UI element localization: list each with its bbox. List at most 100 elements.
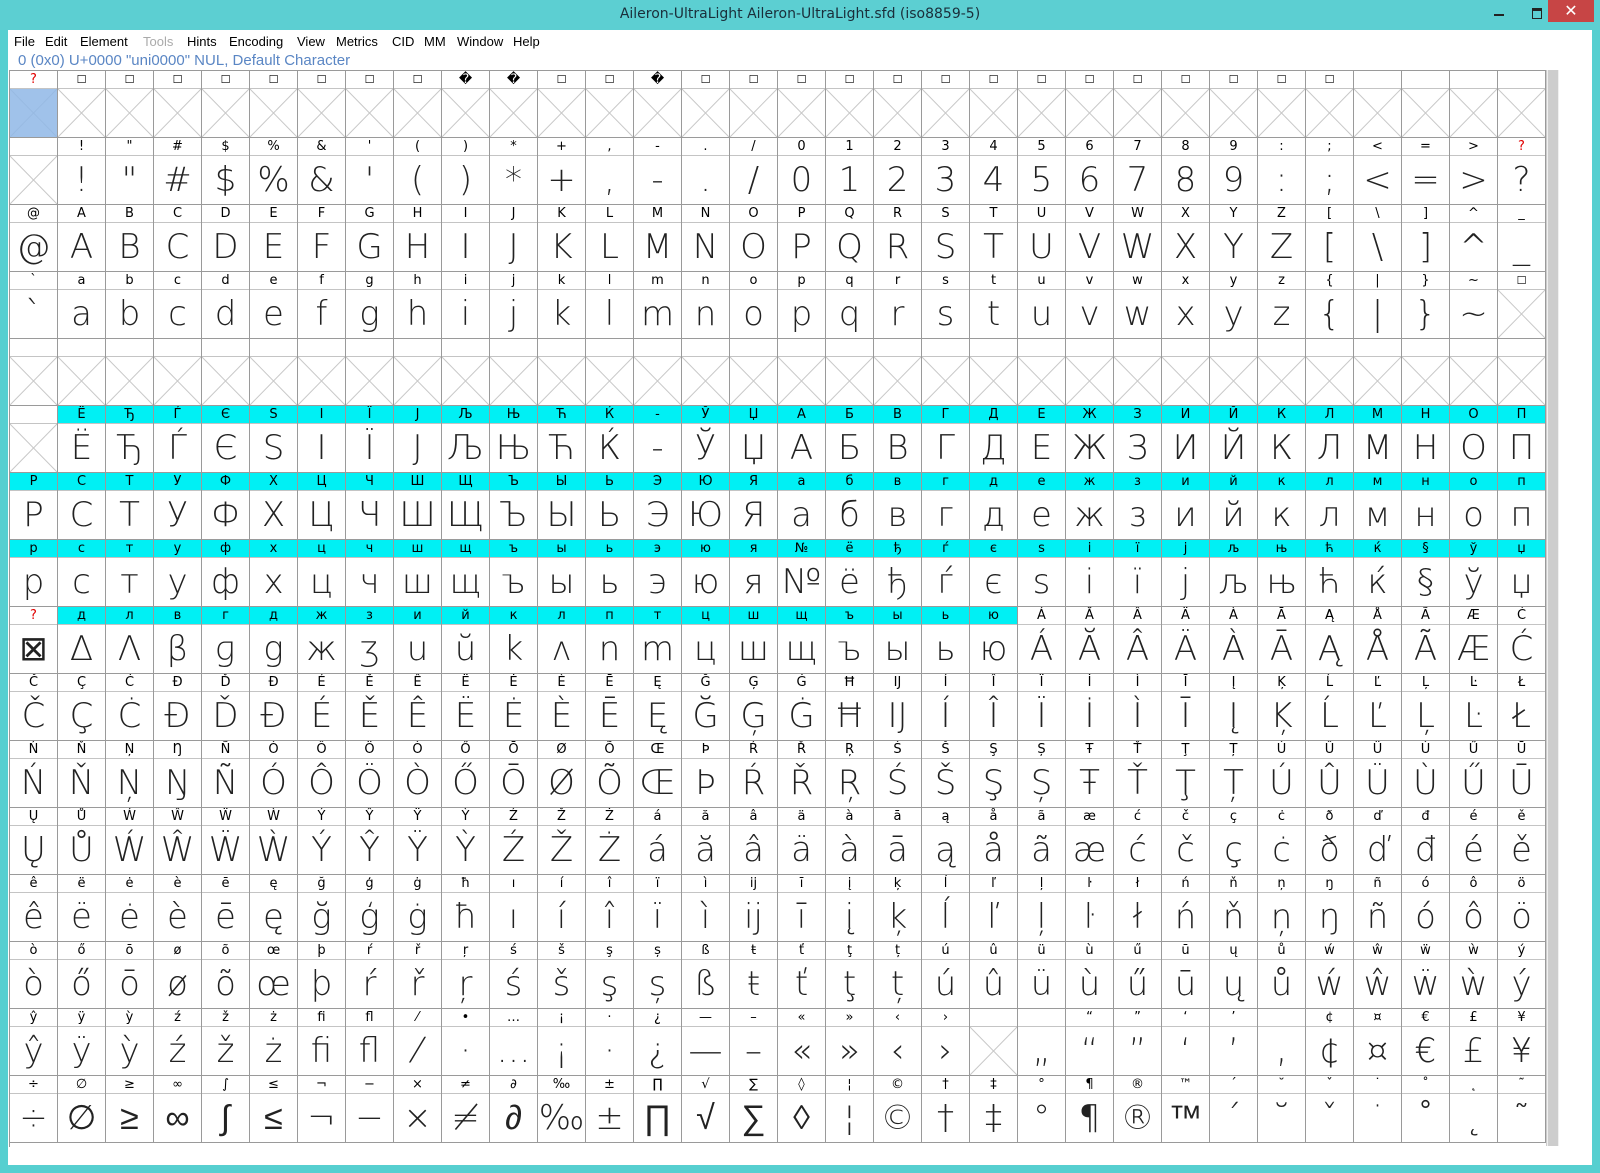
glyph-cell[interactable]: ее xyxy=(1018,473,1066,540)
glyph-cell[interactable]: ìì xyxy=(682,875,730,942)
glyph-cell[interactable]: ЏЏ xyxy=(730,406,778,473)
glyph-cell[interactable]: пп xyxy=(1498,473,1546,540)
glyph-cell[interactable]: ňň xyxy=(1210,875,1258,942)
glyph-cell[interactable]: × × xyxy=(394,1076,442,1143)
glyph-cell[interactable]: vv xyxy=(1066,272,1114,339)
glyph-cell[interactable]: ¿ ¿ xyxy=(634,1009,682,1076)
glyph-cell[interactable]: кк xyxy=(1258,473,1306,540)
glyph-cell[interactable] xyxy=(1450,71,1498,138)
glyph-cell[interactable]: dd xyxy=(202,272,250,339)
glyph-cell[interactable]: ęę xyxy=(250,875,298,942)
glyph-cell[interactable]: ðð xyxy=(1306,808,1354,875)
glyph-cell[interactable]: ĊĊ xyxy=(106,674,154,741)
glyph-cell[interactable]: èè xyxy=(154,875,202,942)
glyph-cell[interactable]: įį xyxy=(826,875,874,942)
glyph-cell[interactable]: ВВ xyxy=(874,406,922,473)
glyph-cell[interactable]: ≠ ≠ xyxy=(442,1076,490,1143)
glyph-cell[interactable]: & & xyxy=(298,138,346,205)
glyph-cell[interactable]: ☐ xyxy=(922,71,970,138)
glyph-cell[interactable]: kk xyxy=(538,272,586,339)
glyph-cell[interactable]: ĽĽ xyxy=(1354,674,1402,741)
glyph-cell[interactable]: SS xyxy=(922,205,970,272)
glyph-cell[interactable]: ņņ xyxy=(1258,875,1306,942)
glyph-cell[interactable] xyxy=(1114,339,1162,406)
glyph-cell[interactable] xyxy=(586,339,634,406)
glyph-cell[interactable] xyxy=(1258,339,1306,406)
glyph-cell[interactable]: чч xyxy=(346,540,394,607)
glyph-cell[interactable]: ﬂﬂ xyxy=(346,1009,394,1076)
glyph-cell[interactable] xyxy=(1306,339,1354,406)
glyph-cell[interactable]: ÅÅ xyxy=(1354,607,1402,674)
glyph-cell[interactable]: ÌÌ xyxy=(1114,674,1162,741)
glyph-cell[interactable]: ăă xyxy=(682,808,730,875)
glyph-cell[interactable] xyxy=(1498,71,1546,138)
glyph-cell[interactable]: ÍÍ xyxy=(922,674,970,741)
glyph-cell[interactable]: − − xyxy=(346,1076,394,1143)
glyph-cell[interactable]: \ \ xyxy=(1354,205,1402,272)
glyph-cell[interactable]: ∅ ∅ xyxy=(58,1076,106,1143)
glyph-cell[interactable]: ëë xyxy=(58,875,106,942)
glyph-cell[interactable]: :: xyxy=(1258,138,1306,205)
glyph-cell[interactable]: ẃẃ xyxy=(1306,942,1354,1009)
glyph-cell[interactable]: ÝÝ xyxy=(298,808,346,875)
glyph-cell[interactable]: MM xyxy=(634,205,682,272)
glyph-cell[interactable] xyxy=(346,339,394,406)
glyph-cell[interactable]: ГГ xyxy=(922,406,970,473)
glyph-cell[interactable]: ЛЛ xyxy=(1306,406,1354,473)
glyph-cell[interactable]: ss xyxy=(922,272,970,339)
glyph-cell[interactable]: ŚŚ xyxy=(874,741,922,808)
glyph-cell[interactable]: ff xyxy=(298,272,346,339)
glyph-cell[interactable] xyxy=(1162,339,1210,406)
glyph-cell[interactable]: ĪĪ xyxy=(1162,674,1210,741)
glyph-cell[interactable]: ōō xyxy=(106,942,154,1009)
glyph-cell[interactable]: ġġ xyxy=(394,875,442,942)
glyph-cell[interactable]: AA xyxy=(58,205,106,272)
glyph-cell[interactable]: TT xyxy=(970,205,1018,272)
glyph-cell[interactable]: ˚ ˚ xyxy=(1402,1076,1450,1143)
glyph-cell[interactable]: ĦĦ xyxy=(826,674,874,741)
glyph-cell[interactable]: ¬ ¬ xyxy=(298,1076,346,1143)
glyph-cell[interactable]: zz xyxy=(1258,272,1306,339)
glyph-cell[interactable]: КК xyxy=(1258,406,1306,473)
glyph-cell[interactable]: ° ° xyxy=(1018,1076,1066,1143)
glyph-cell[interactable] xyxy=(682,339,730,406)
glyph-cell[interactable]: ЫЫ xyxy=(538,473,586,540)
glyph-cell[interactable]: ¥ ¥ xyxy=(1498,1009,1546,1076)
menu-metrics[interactable]: Metrics xyxy=(336,34,378,49)
glyph-cell[interactable]: ∞ ∞ xyxy=(154,1076,202,1143)
glyph-cell[interactable]: ğğ xyxy=(298,875,346,942)
glyph-cell[interactable]: РР xyxy=(10,473,58,540)
glyph-cell[interactable]: ☐ xyxy=(202,71,250,138)
glyph-cell[interactable]: ħħ xyxy=(442,875,490,942)
glyph-cell[interactable]: ÔÔ xyxy=(298,741,346,808)
glyph-cell[interactable]: ŢŢ xyxy=(1162,741,1210,808)
glyph-cell[interactable]: úú xyxy=(922,942,970,1009)
close-icon[interactable]: ✕ xyxy=(1548,0,1594,22)
glyph-cell[interactable]: ЩЩ xyxy=(442,473,490,540)
glyph-cell[interactable]: ĿĿ xyxy=(1450,674,1498,741)
glyph-cell[interactable]: шш xyxy=(730,607,778,674)
glyph-cell[interactable]: · · xyxy=(586,1009,634,1076)
glyph-cell[interactable]: řř xyxy=(394,942,442,1009)
glyph-cell[interactable]: ľľ xyxy=(970,875,1018,942)
glyph-cell[interactable] xyxy=(922,339,970,406)
glyph-cell[interactable]: ÞÞ xyxy=(682,741,730,808)
glyph-cell[interactable]: ИИ xyxy=(1162,406,1210,473)
glyph-cell[interactable]: ŵŵ xyxy=(1354,942,1402,1009)
glyph-cell[interactable]: åå xyxy=(970,808,1018,875)
glyph-cell[interactable]: * * xyxy=(490,138,538,205)
glyph-cell[interactable]: 99 xyxy=(1210,138,1258,205)
glyph-cell[interactable]: ıı xyxy=(490,875,538,942)
glyph-cell[interactable]: < < xyxy=(1354,138,1402,205)
glyph-cell[interactable]: ☐ xyxy=(1018,71,1066,138)
glyph-cell[interactable]: ьь xyxy=(586,540,634,607)
glyph-cell[interactable]: ĄĄ xyxy=(1306,607,1354,674)
glyph-cell[interactable]: đđ xyxy=(1402,808,1450,875)
glyph-cell[interactable]: ˘ ˘ xyxy=(1258,1076,1306,1143)
glyph-cell[interactable]: gg xyxy=(346,272,394,339)
glyph-cell[interactable] xyxy=(1210,339,1258,406)
glyph-cell[interactable] xyxy=(970,339,1018,406)
glyph-cell[interactable]: ® ® xyxy=(1114,1076,1162,1143)
glyph-cell[interactable]: ÛÛ xyxy=(1306,741,1354,808)
glyph-cell[interactable]: ¢ ¢ xyxy=(1306,1009,1354,1076)
